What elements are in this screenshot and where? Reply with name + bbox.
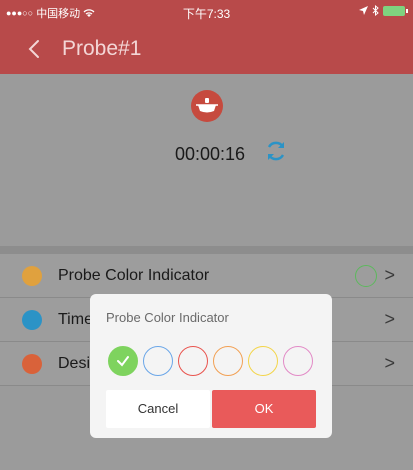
- battery-charging-icon: [383, 5, 408, 16]
- chevron-right-icon: >: [384, 265, 395, 285]
- refresh-icon[interactable]: [263, 138, 289, 164]
- probe-area: 00:00:16: [0, 74, 413, 246]
- dialog-title: Probe Color Indicator: [106, 310, 229, 325]
- timer-display: 00:00:16: [175, 144, 246, 164]
- clock-icon: [22, 310, 42, 330]
- location-arrow-icon: [359, 6, 368, 15]
- chevron-right-icon: >: [384, 353, 395, 373]
- probe-grill-icon: [191, 90, 223, 122]
- chevron-left-icon[interactable]: [24, 38, 46, 60]
- bluetooth-icon: [372, 5, 379, 16]
- color-indicator-preview: [355, 265, 377, 287]
- chevron-right-icon: >: [384, 309, 395, 329]
- color-swatch-red[interactable]: [178, 346, 208, 376]
- color-swatch-blue[interactable]: [143, 346, 173, 376]
- status-time: 下午7:33: [182, 7, 231, 21]
- color-picker-dialog: Probe Color Indicator Cancel OK: [90, 294, 332, 438]
- ok-button[interactable]: OK: [212, 390, 316, 428]
- section-divider: [0, 246, 413, 254]
- bell-icon: [22, 354, 42, 374]
- color-swatch-yellow[interactable]: [248, 346, 278, 376]
- settings-row-probe-color[interactable]: Probe Color Indicator >: [0, 254, 413, 298]
- color-swatch-orange[interactable]: [213, 346, 243, 376]
- settings-row-label: Desi: [58, 355, 91, 372]
- color-swatch-pink[interactable]: [283, 346, 313, 376]
- color-swatch-green[interactable]: [108, 346, 138, 376]
- settings-row-label: Probe Color Indicator: [58, 267, 210, 284]
- palette-icon: [22, 266, 42, 286]
- page-title: Probe#1: [62, 37, 142, 60]
- cancel-button[interactable]: Cancel: [106, 390, 210, 428]
- nav-bar: Probe#1: [0, 24, 413, 74]
- checkmark-icon: [117, 356, 129, 367]
- status-right: [359, 5, 408, 16]
- settings-row-label: Time: [58, 311, 93, 328]
- status-bar: ●●●○○ 中国移动 下午7:33: [0, 0, 413, 24]
